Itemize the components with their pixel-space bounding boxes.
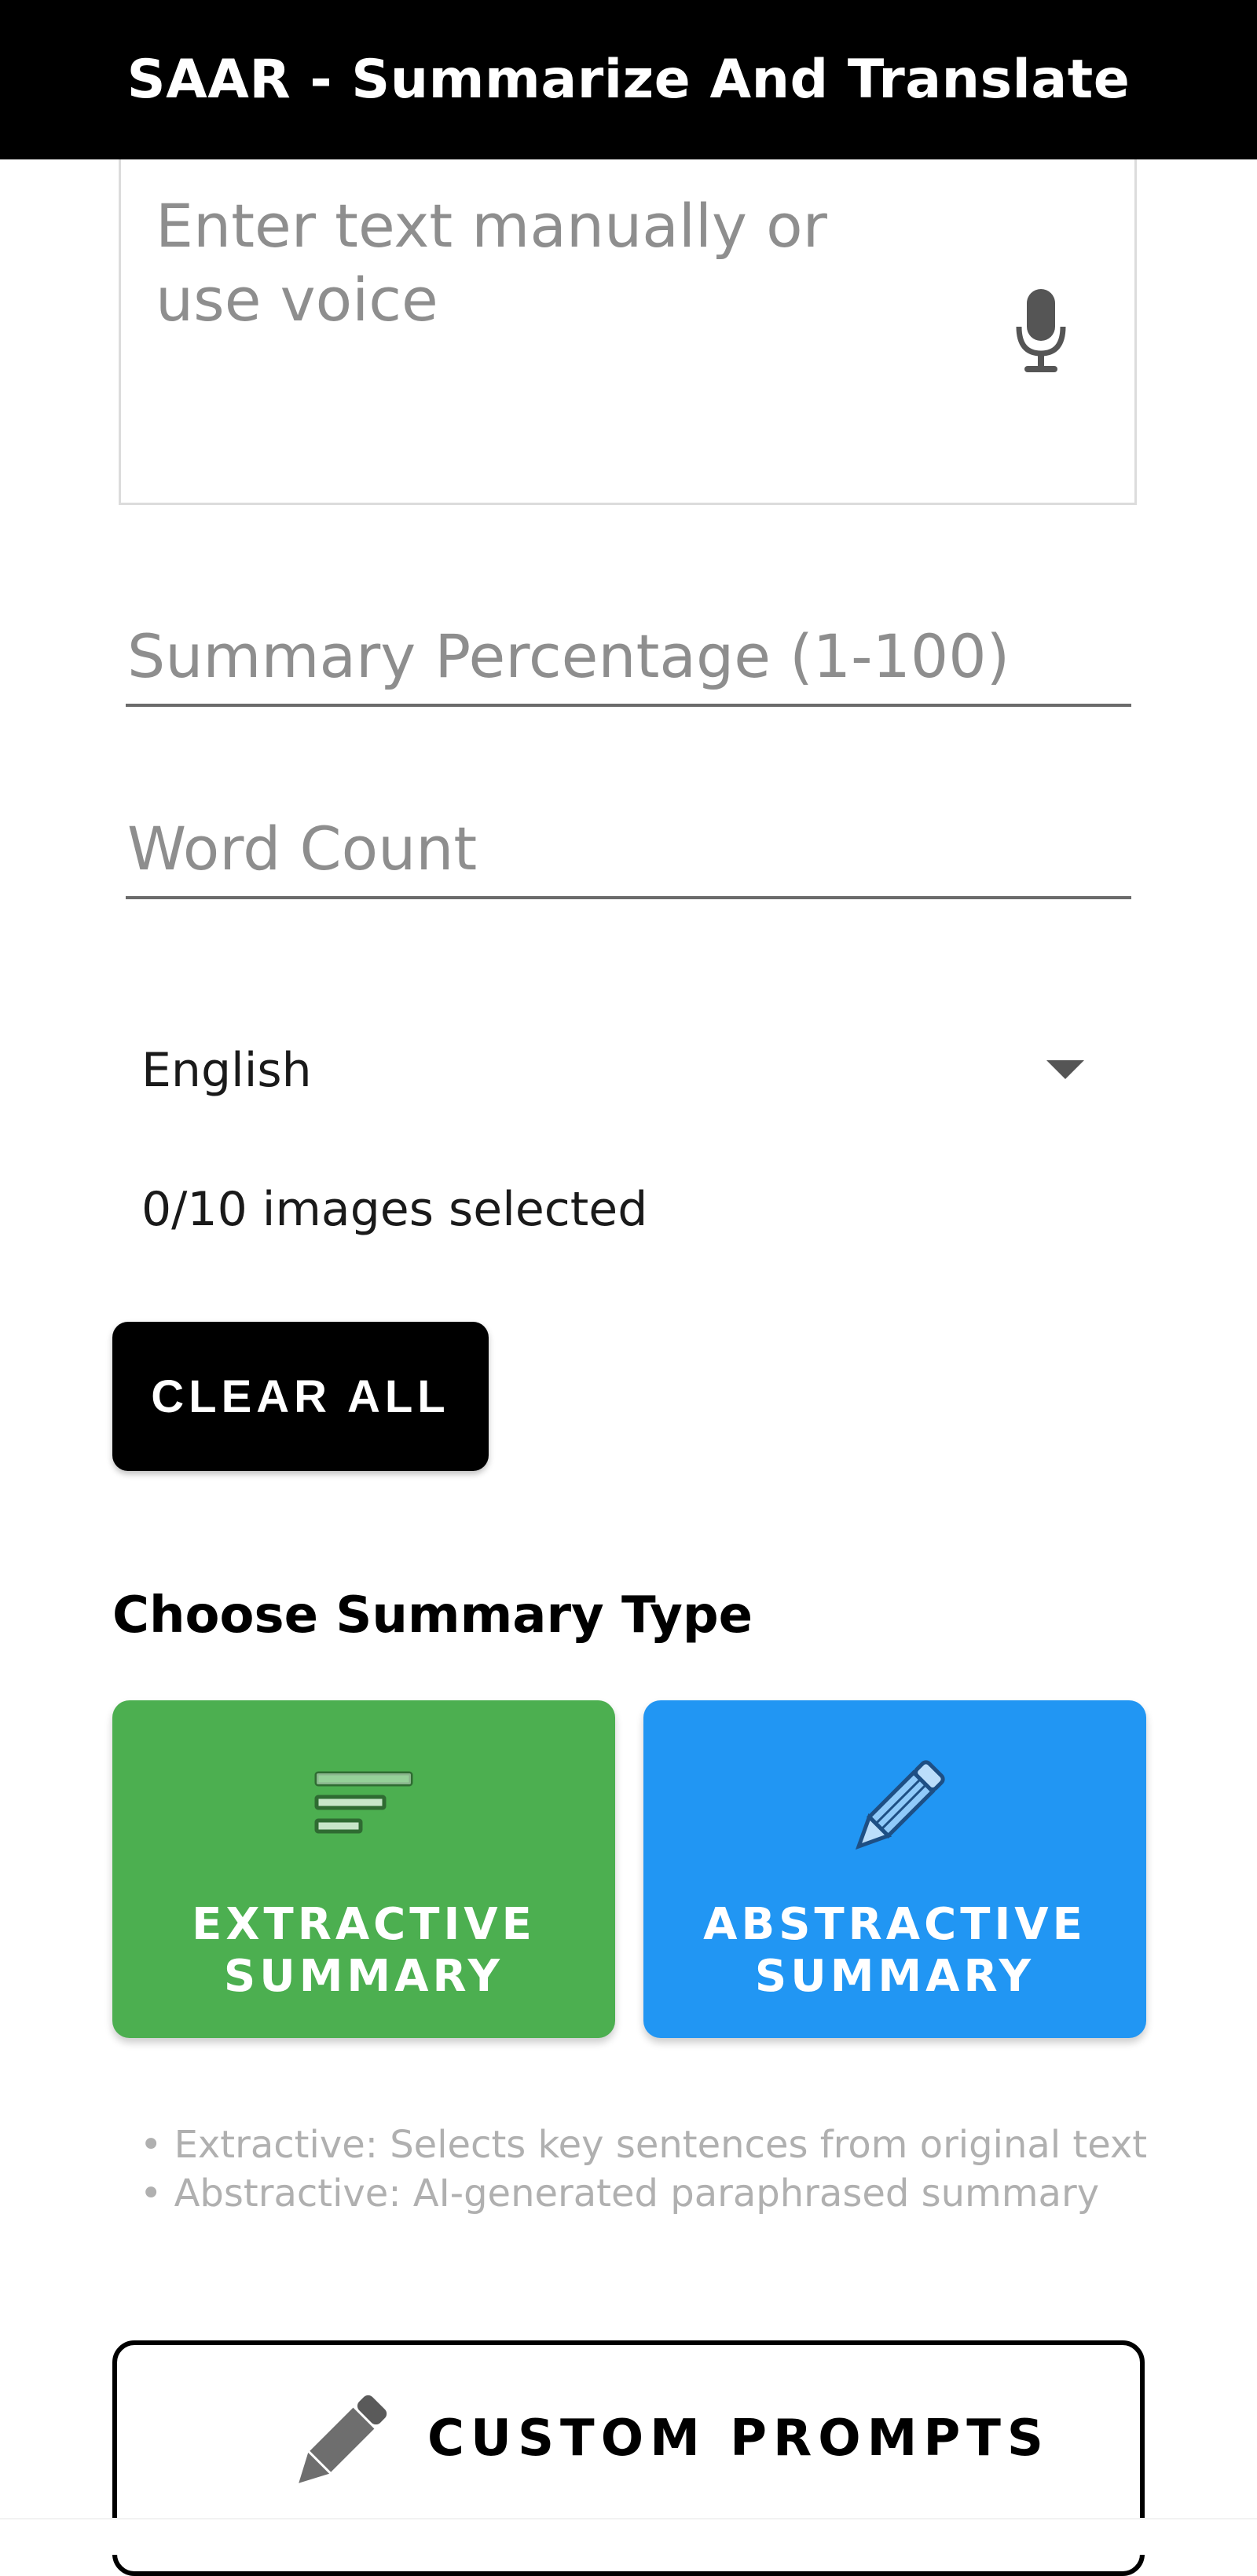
word-count-field[interactable]: Word Count: [126, 805, 1131, 899]
app-title: SAAR - Summarize And Translate: [126, 49, 1131, 111]
abstractive-summary-label: ABSTRACTIVE SUMMARY: [703, 1899, 1087, 2002]
pencil-icon: [855, 1760, 945, 1850]
abstractive-hint: • Abstractive: AI-generated paraphrased …: [140, 2172, 1100, 2216]
extractive-summary-label: EXTRACTIVE SUMMARY: [192, 1899, 536, 2002]
text-input-area[interactable]: Enter text manually or use voice: [119, 159, 1137, 505]
summary-percentage-field[interactable]: Summary Percentage (1-100): [126, 613, 1131, 707]
word-count-placeholder: Word Count: [127, 814, 478, 884]
images-selected-status: 0/10 images selected: [141, 1182, 648, 1237]
text-input-placeholder: Enter text manually or use voice: [156, 191, 827, 335]
microphone-icon[interactable]: [1013, 289, 1068, 375]
abstractive-summary-button[interactable]: ABSTRACTIVE SUMMARY: [643, 1700, 1146, 2038]
language-selected: English: [141, 1043, 312, 1098]
text-lines-icon: [314, 1771, 413, 1834]
clear-all-button[interactable]: CLEAR ALL: [112, 1322, 489, 1471]
summary-percentage-placeholder: Summary Percentage (1-100): [127, 621, 1010, 691]
dropdown-arrow-icon: [1046, 1060, 1084, 1079]
bottom-edge: [0, 2518, 1257, 2555]
extractive-hint: • Extractive: Selects key sentences from…: [140, 2123, 1148, 2167]
language-dropdown[interactable]: English: [134, 1029, 1092, 1107]
custom-prompts-label: CUSTOM PROMPTS: [427, 2410, 1050, 2468]
summary-type-title: Choose Summary Type: [112, 1586, 753, 1645]
pencil-icon: [299, 2395, 387, 2483]
extractive-summary-button[interactable]: EXTRACTIVE SUMMARY: [112, 1700, 615, 2038]
app-bar: SAAR - Summarize And Translate: [0, 0, 1257, 159]
